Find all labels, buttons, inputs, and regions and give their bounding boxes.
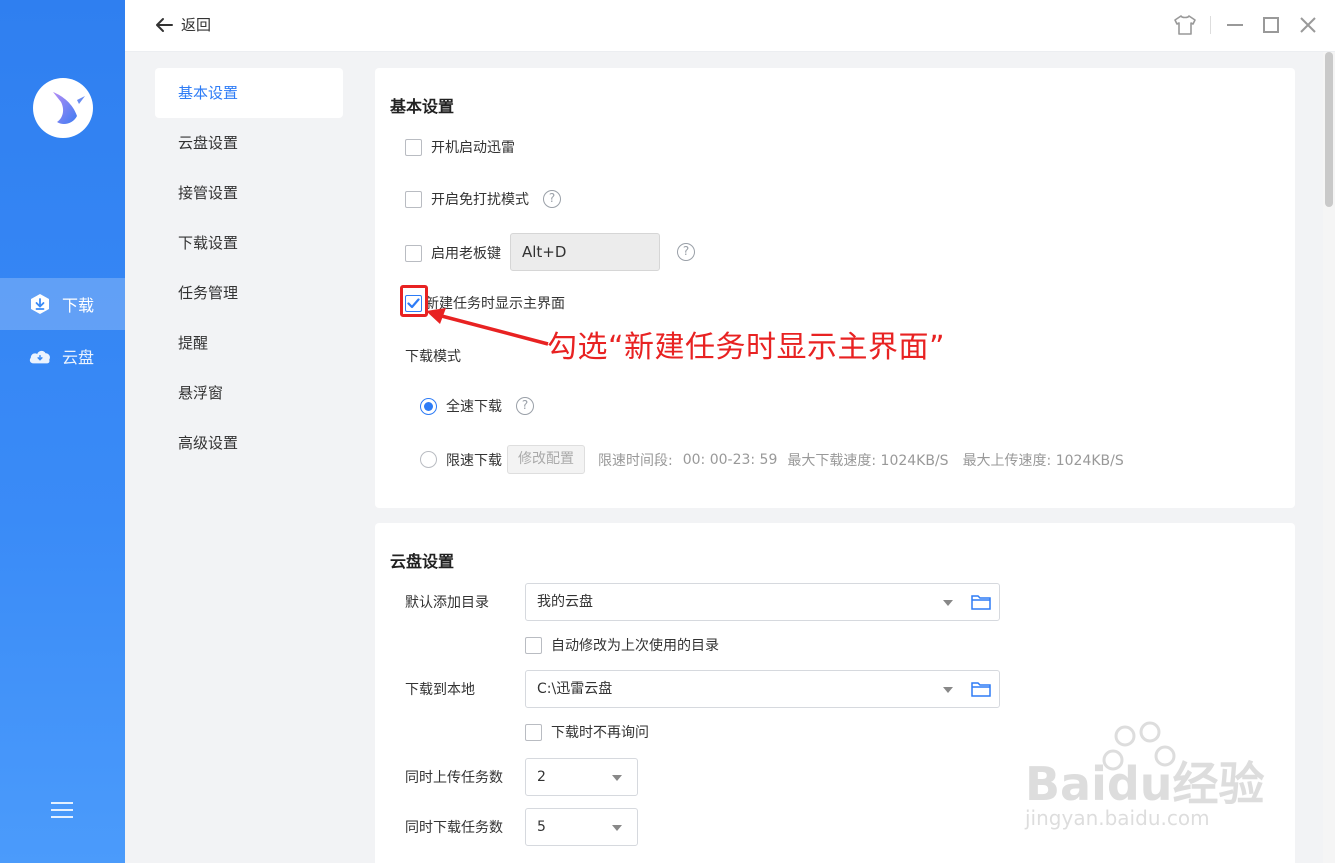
option-label: 全速下载 xyxy=(446,399,502,415)
top-bar: 返回 xyxy=(125,0,1335,52)
upload-tasks-select[interactable]: 2 xyxy=(525,758,638,796)
minimize-icon xyxy=(1227,24,1243,26)
sidebar-item-label: 云盘 xyxy=(62,348,95,367)
option-label: 下载时不再询问 xyxy=(551,725,649,741)
max-upload-speed: 最大上传速度: 1024KB/S xyxy=(962,452,1124,469)
chevron-down-icon xyxy=(943,600,953,606)
skin-button[interactable] xyxy=(1172,12,1198,38)
watermark-url: jingyan.baidu.com xyxy=(1025,806,1210,830)
back-button[interactable]: 返回 xyxy=(155,14,211,35)
dnd-option[interactable]: 开启免打扰模式 ? xyxy=(405,189,561,209)
full-speed-radio[interactable] xyxy=(420,397,437,415)
select-value: 我的云盘 xyxy=(537,594,593,610)
left-sidebar: 下载 云盘 xyxy=(0,0,125,863)
scrollbar-thumb[interactable] xyxy=(1325,52,1333,207)
help-icon[interactable]: ? xyxy=(677,243,695,261)
bosskey-option[interactable]: 启用老板键 xyxy=(405,243,501,263)
sidebar-item-download[interactable]: 下载 xyxy=(0,278,125,330)
sidebar-item-label: 下载 xyxy=(62,296,95,315)
submenu-item-download[interactable]: 下载设置 xyxy=(155,218,343,268)
auto-modify-checkbox[interactable] xyxy=(525,636,542,654)
chevron-down-icon xyxy=(612,825,622,831)
bosskey-checkbox[interactable] xyxy=(405,244,422,262)
divider xyxy=(1210,16,1211,34)
limited-speed-option[interactable]: 限速下载 修改配置 限速时间段: 00: 00-23: 59 最大下载速度: 1… xyxy=(420,445,1124,474)
watermark-brand: Baidu经验 xyxy=(1025,757,1265,811)
select-value: 2 xyxy=(537,769,546,785)
maximize-icon xyxy=(1263,17,1279,33)
chevron-down-icon xyxy=(612,775,622,781)
autostart-checkbox[interactable] xyxy=(405,138,422,156)
autostart-option[interactable]: 开机启动迅雷 xyxy=(405,137,515,157)
chevron-down-icon xyxy=(943,687,953,693)
annotation-text: 勾选“新建任务时显示主界面” xyxy=(547,330,946,365)
back-label: 返回 xyxy=(181,16,212,34)
close-button[interactable] xyxy=(1295,12,1321,38)
section-title: 云盘设置 xyxy=(390,552,455,571)
max-download-speed: 最大下载速度: 1024KB/S xyxy=(787,452,949,469)
close-icon xyxy=(1300,17,1316,33)
modify-config-button[interactable]: 修改配置 xyxy=(507,445,585,474)
submenu-item-float[interactable]: 悬浮窗 xyxy=(155,368,343,418)
download-tasks-label: 同时下载任务数 xyxy=(405,820,503,836)
baidu-watermark: Baidu经验 jingyan.baidu.com xyxy=(1025,718,1265,838)
limited-speed-radio[interactable] xyxy=(420,451,437,468)
sidebar-item-cloud[interactable]: 云盘 xyxy=(0,330,125,382)
select-value: 5 xyxy=(537,819,546,835)
arrow-left-icon xyxy=(156,17,173,32)
dnd-checkbox[interactable] xyxy=(405,190,422,208)
hummingbird-logo-icon xyxy=(53,92,85,124)
cloud-icon xyxy=(28,344,52,368)
option-label: 限速下载 xyxy=(446,452,502,469)
section-title: 基本设置 xyxy=(390,97,455,116)
submenu-item-task[interactable]: 任务管理 xyxy=(155,268,343,318)
period-value: 00: 00-23: 59 xyxy=(682,451,778,468)
option-label: 开机启动迅雷 xyxy=(431,140,515,156)
default-dir-label: 默认添加目录 xyxy=(405,595,489,611)
no-ask-checkbox[interactable] xyxy=(525,723,542,741)
local-dir-select[interactable]: C:\迅雷云盘 xyxy=(525,670,1000,708)
upload-tasks-label: 同时上传任务数 xyxy=(405,770,503,786)
select-value: C:\迅雷云盘 xyxy=(537,681,613,697)
bosskey-input[interactable]: Alt+D xyxy=(510,233,660,271)
option-label: 开启免打扰模式 xyxy=(431,192,529,208)
full-speed-option[interactable]: 全速下载 ? xyxy=(420,396,534,416)
default-dir-select[interactable]: 我的云盘 xyxy=(525,583,1000,621)
hamburger-menu-icon[interactable] xyxy=(51,800,73,820)
submenu-item-basic[interactable]: 基本设置 xyxy=(155,68,343,118)
submenu-item-advanced[interactable]: 高级设置 xyxy=(155,418,343,468)
help-icon[interactable]: ? xyxy=(516,397,534,415)
basic-settings-panel: 基本设置 开机启动迅雷 开启免打扰模式 ? 启用老板键 Alt+D ? 新建任务… xyxy=(375,68,1295,508)
settings-submenu: 基本设置 云盘设置 接管设置 下载设置 任务管理 提醒 悬浮窗 高级设置 xyxy=(155,68,343,468)
maximize-button[interactable] xyxy=(1258,12,1284,38)
local-dir-label: 下载到本地 xyxy=(405,682,475,698)
folder-icon[interactable] xyxy=(971,593,991,611)
period-label: 限速时间段: xyxy=(598,452,673,469)
submenu-item-cloud[interactable]: 云盘设置 xyxy=(155,118,343,168)
submenu-item-reminder[interactable]: 提醒 xyxy=(155,318,343,368)
option-label: 自动修改为上次使用的目录 xyxy=(551,638,719,654)
download-tasks-select[interactable]: 5 xyxy=(525,808,638,846)
tshirt-icon xyxy=(1174,15,1196,35)
help-icon[interactable]: ? xyxy=(543,190,561,208)
folder-icon[interactable] xyxy=(971,680,991,698)
app-logo xyxy=(33,78,93,138)
download-shield-icon xyxy=(28,292,52,316)
minimize-button[interactable] xyxy=(1222,12,1248,38)
submenu-item-takeover[interactable]: 接管设置 xyxy=(155,168,343,218)
auto-modify-option[interactable]: 自动修改为上次使用的目录 xyxy=(525,635,719,655)
no-ask-option[interactable]: 下载时不再询问 xyxy=(525,722,649,742)
option-label: 启用老板键 xyxy=(431,246,501,262)
annotation-arrow-icon xyxy=(426,308,549,346)
